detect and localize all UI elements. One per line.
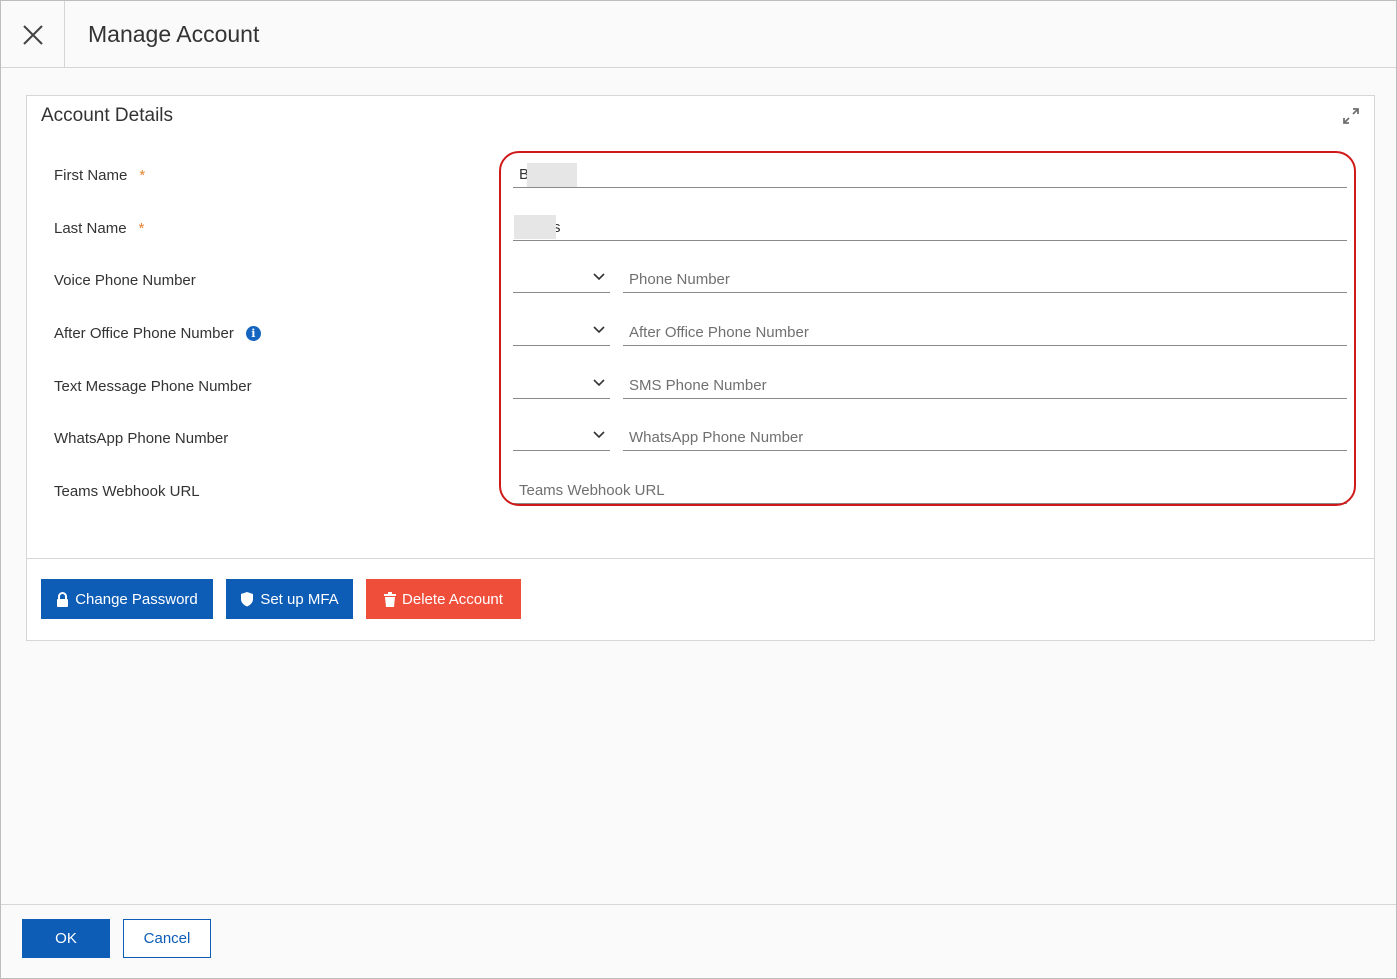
lock-icon — [57, 591, 69, 607]
after-office-phone-input[interactable] — [623, 320, 1347, 346]
sms-country-select[interactable] — [513, 373, 610, 399]
sms-phone-row: Text Message Phone Number — [27, 373, 1376, 413]
first-name-label: First Name * — [54, 162, 145, 188]
teams-webhook-label: Teams Webhook URL — [54, 482, 200, 500]
dialog-header: Manage Account — [1, 1, 1396, 68]
after-office-country-select[interactable] — [513, 320, 610, 346]
voice-phone-input[interactable] — [623, 267, 1347, 293]
whatsapp-country-select[interactable] — [513, 425, 610, 451]
panel-divider — [27, 558, 1374, 559]
first-name-input[interactable] — [513, 162, 1347, 188]
setup-mfa-label: Set up MFA — [260, 590, 339, 608]
last-name-input[interactable] — [513, 215, 1347, 241]
last-name-label-text: Last Name — [54, 219, 127, 237]
whatsapp-phone-label: WhatsApp Phone Number — [54, 429, 229, 447]
trash-icon — [384, 591, 397, 607]
expand-icon[interactable] — [1342, 107, 1360, 125]
shield-icon — [241, 592, 254, 607]
teams-webhook-input[interactable] — [513, 478, 1347, 504]
chevron-down-icon — [593, 379, 605, 387]
ok-button[interactable]: OK — [22, 919, 110, 958]
after-office-phone-label: After Office Phone Number — [54, 320, 261, 346]
delete-account-button[interactable]: Delete Account — [366, 579, 521, 619]
last-name-label: Last Name * — [54, 215, 144, 241]
redacted-block — [514, 215, 556, 239]
footer-divider — [1, 904, 1396, 905]
setup-mfa-button[interactable]: Set up MFA — [226, 579, 353, 619]
required-mark: * — [139, 166, 146, 184]
chevron-down-icon — [593, 431, 605, 439]
info-icon[interactable] — [245, 325, 261, 341]
voice-phone-row: Voice Phone Number — [27, 267, 1376, 307]
first-name-label-text: First Name — [54, 166, 128, 184]
change-password-label: Change Password — [75, 590, 198, 608]
whatsapp-phone-row: WhatsApp Phone Number — [27, 425, 1376, 465]
sms-phone-label: Text Message Phone Number — [54, 377, 252, 395]
account-details-panel: Account Details First Name * Last Name * — [26, 95, 1375, 641]
teams-webhook-row: Teams Webhook URL — [27, 478, 1376, 518]
panel-title: Account Details — [41, 105, 174, 126]
delete-account-label: Delete Account — [402, 590, 503, 608]
chevron-down-icon — [593, 326, 605, 334]
sms-phone-input[interactable] — [623, 373, 1347, 399]
close-icon — [22, 24, 43, 45]
close-button[interactable] — [1, 1, 65, 68]
last-name-row: Last Name * — [27, 215, 1376, 255]
redacted-block — [527, 163, 577, 187]
after-office-phone-label-text: After Office Phone Number — [54, 324, 234, 342]
after-office-phone-row: After Office Phone Number — [27, 320, 1376, 360]
required-mark: * — [138, 219, 145, 237]
first-name-row: First Name * — [27, 162, 1376, 202]
chevron-down-icon — [593, 273, 605, 281]
cancel-button[interactable]: Cancel — [123, 919, 211, 958]
voice-phone-label: Voice Phone Number — [54, 271, 196, 289]
voice-phone-country-select[interactable] — [513, 267, 610, 293]
whatsapp-phone-input[interactable] — [623, 425, 1347, 451]
change-password-button[interactable]: Change Password — [41, 579, 213, 619]
dialog-title: Manage Account — [88, 21, 260, 47]
manage-account-dialog: Manage Account Account Details First Nam… — [0, 0, 1397, 979]
